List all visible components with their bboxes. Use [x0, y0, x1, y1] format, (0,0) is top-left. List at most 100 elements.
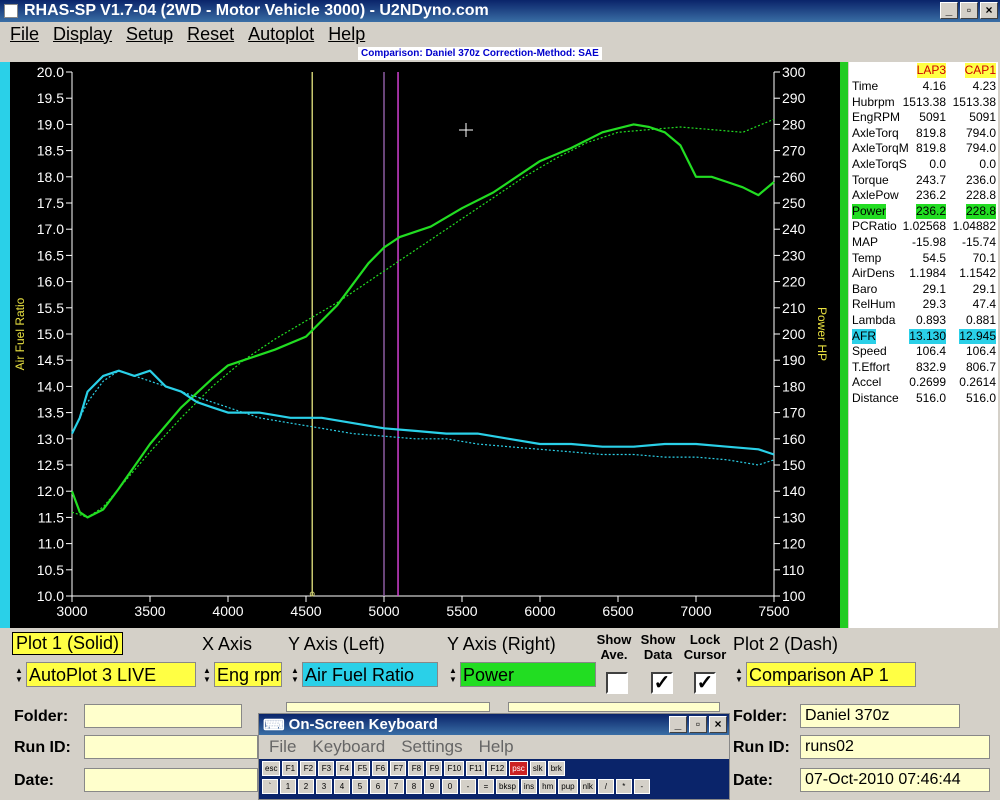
osk-key[interactable]: 7	[388, 779, 404, 794]
menu-reset[interactable]: Reset	[187, 24, 234, 45]
osk-key[interactable]: brk	[547, 761, 565, 776]
y-tick-label: 17.5	[37, 195, 64, 211]
plot2-select[interactable]: ▲ ▼ Comparison AP 1	[732, 662, 916, 687]
osk-key[interactable]: F6	[372, 761, 389, 776]
osk-key[interactable]: 2	[298, 779, 314, 794]
osk-key[interactable]: psc	[509, 761, 528, 776]
osk-maximize-button[interactable]: ▫	[689, 716, 707, 733]
osk-key[interactable]: F5	[354, 761, 371, 776]
menu-display[interactable]: Display	[53, 24, 112, 45]
osk-key[interactable]: F10	[444, 761, 465, 776]
left-runid-label: Run ID:	[14, 739, 71, 756]
yleft-spinner-icon[interactable]: ▲ ▼	[288, 662, 302, 687]
menu-help[interactable]: Help	[328, 24, 365, 45]
osk-key[interactable]: *	[615, 779, 632, 794]
data-label: T.Effort	[852, 359, 890, 374]
osk-key[interactable]: -	[633, 779, 650, 794]
osk-key[interactable]: F8	[408, 761, 425, 776]
restore-button[interactable]: ▫	[960, 2, 978, 19]
menu-setup[interactable]: Setup	[126, 24, 173, 45]
osk-key[interactable]: F7	[390, 761, 407, 776]
yright-spinner-icon[interactable]: ▲ ▼	[446, 662, 460, 687]
data-value-lap3: 1.02568	[902, 219, 946, 234]
osk-key[interactable]: F1	[282, 761, 299, 776]
middle-field-2[interactable]	[508, 702, 720, 712]
osk-key[interactable]: 5	[352, 779, 368, 794]
data-value-cap1: 1.04882	[952, 219, 996, 234]
osk-key[interactable]: esc	[262, 761, 281, 776]
osk-key[interactable]: 3	[316, 779, 332, 794]
left-folder-field[interactable]	[84, 704, 242, 728]
on-screen-keyboard: ⌨ On-Screen Keyboard _ ▫ × File Keyboard…	[258, 713, 730, 800]
y2-tick-label: 160	[782, 431, 806, 447]
osk-key[interactable]: F12	[487, 761, 508, 776]
xaxis-select[interactable]: ▲ ▼ Eng rpm	[200, 662, 282, 687]
osk-key[interactable]: F11	[466, 761, 486, 776]
osk-keys: esc F1 F2 F3 F4 F5 F6 F7 F8 F9 F10 F11 F12 psc slk brk …	[259, 759, 729, 799]
yleft-select[interactable]: ▲ ▼ Air Fuel Ratio	[288, 662, 438, 687]
right-runid-field[interactable]: runs02	[800, 735, 990, 759]
yright-select[interactable]: ▲ ▼ Power	[446, 662, 596, 687]
lock-cursor-checkbox[interactable]: ✓	[694, 672, 716, 694]
show-data-checkbox[interactable]: ✓	[651, 672, 673, 694]
plot1-spinner-icon[interactable]: ▲ ▼	[12, 662, 26, 687]
minimize-button[interactable]: _	[940, 2, 958, 19]
data-label: Speed	[852, 344, 887, 359]
show-ave-checkbox[interactable]	[606, 672, 628, 694]
data-row-baro: Baro 29.1 29.1	[849, 282, 998, 297]
left-date-field[interactable]	[84, 768, 258, 792]
osk-key[interactable]: -	[460, 779, 476, 794]
data-label: Power	[852, 203, 887, 219]
x-tick-label: 3500	[134, 603, 165, 619]
data-row-time: Time 4.16 4.23	[849, 79, 998, 94]
menu-file[interactable]: File	[10, 24, 39, 45]
osk-minimize-button[interactable]: _	[669, 716, 687, 733]
plot1-select[interactable]: ▲ ▼ AutoPlot 3 LIVE	[12, 662, 196, 687]
chart-area[interactable]: 10.0 10.5 11.0 11.5 12.0 12.5 13.0 13.5 14.0 14.5…	[10, 62, 840, 628]
data-label: MAP	[852, 235, 879, 249]
data-value-lap3: 0.893	[915, 313, 946, 327]
col-lap3: LAP3	[916, 63, 946, 78]
dyno-chart[interactable]: 10.0 10.5 11.0 11.5 12.0 12.5 13.0 13.5 14.0 14.5…	[10, 62, 840, 628]
osk-key[interactable]: F3	[318, 761, 335, 776]
osk-key[interactable]: 4	[334, 779, 350, 794]
osk-key[interactable]: F9	[426, 761, 443, 776]
menu-autoplot[interactable]: Autoplot	[248, 24, 314, 45]
x-tick-label: 3000	[56, 603, 87, 619]
window-title: RHAS-SP V1.7-04 (2WD - Motor Vehicle 300…	[24, 2, 489, 19]
osk-key[interactable]: 0	[442, 779, 458, 794]
plot2-spinner-icon[interactable]: ▲ ▼	[732, 662, 746, 687]
osk-close-button[interactable]: ×	[709, 716, 727, 733]
middle-field-1[interactable]	[286, 702, 490, 712]
osk-key[interactable]: 8	[406, 779, 422, 794]
osk-key[interactable]: nlk	[579, 779, 596, 794]
y2-tick-label: 220	[782, 274, 806, 290]
osk-menu-bar: File Keyboard Settings Help	[259, 735, 729, 759]
right-folder-field[interactable]: Daniel 370z	[800, 704, 960, 728]
right-date-field[interactable]: 07-Oct-2010 07:46:44	[800, 768, 990, 792]
osk-key[interactable]: `	[262, 779, 278, 794]
osk-key[interactable]: /	[597, 779, 614, 794]
data-value-cap1: 47.4	[972, 297, 996, 312]
left-runid-field[interactable]	[84, 735, 258, 759]
osk-key[interactable]: bksp	[496, 779, 519, 794]
osk-menu-settings[interactable]: Settings	[401, 737, 462, 757]
osk-key[interactable]: 1	[280, 779, 296, 794]
osk-menu-keyboard[interactable]: Keyboard	[312, 737, 385, 757]
osk-key[interactable]: pup	[558, 779, 578, 794]
data-row-relhum: RelHum 29.3 47.4	[849, 297, 998, 312]
osk-key[interactable]: F4	[336, 761, 353, 776]
osk-key[interactable]: 9	[424, 779, 440, 794]
osk-key[interactable]: ins	[520, 779, 538, 794]
x-tick-label: 4500	[290, 603, 321, 619]
osk-key[interactable]: F2	[300, 761, 317, 776]
osk-key[interactable]: 6	[370, 779, 386, 794]
osk-menu-help[interactable]: Help	[479, 737, 514, 757]
data-row-accel: Accel 0.2699 0.2614	[849, 375, 998, 390]
osk-key[interactable]: slk	[529, 761, 546, 776]
osk-key[interactable]: =	[478, 779, 494, 794]
osk-key[interactable]: hm	[539, 779, 557, 794]
xaxis-spinner-icon[interactable]: ▲ ▼	[200, 662, 214, 687]
close-button[interactable]: ×	[980, 2, 998, 19]
osk-menu-file[interactable]: File	[269, 737, 296, 757]
